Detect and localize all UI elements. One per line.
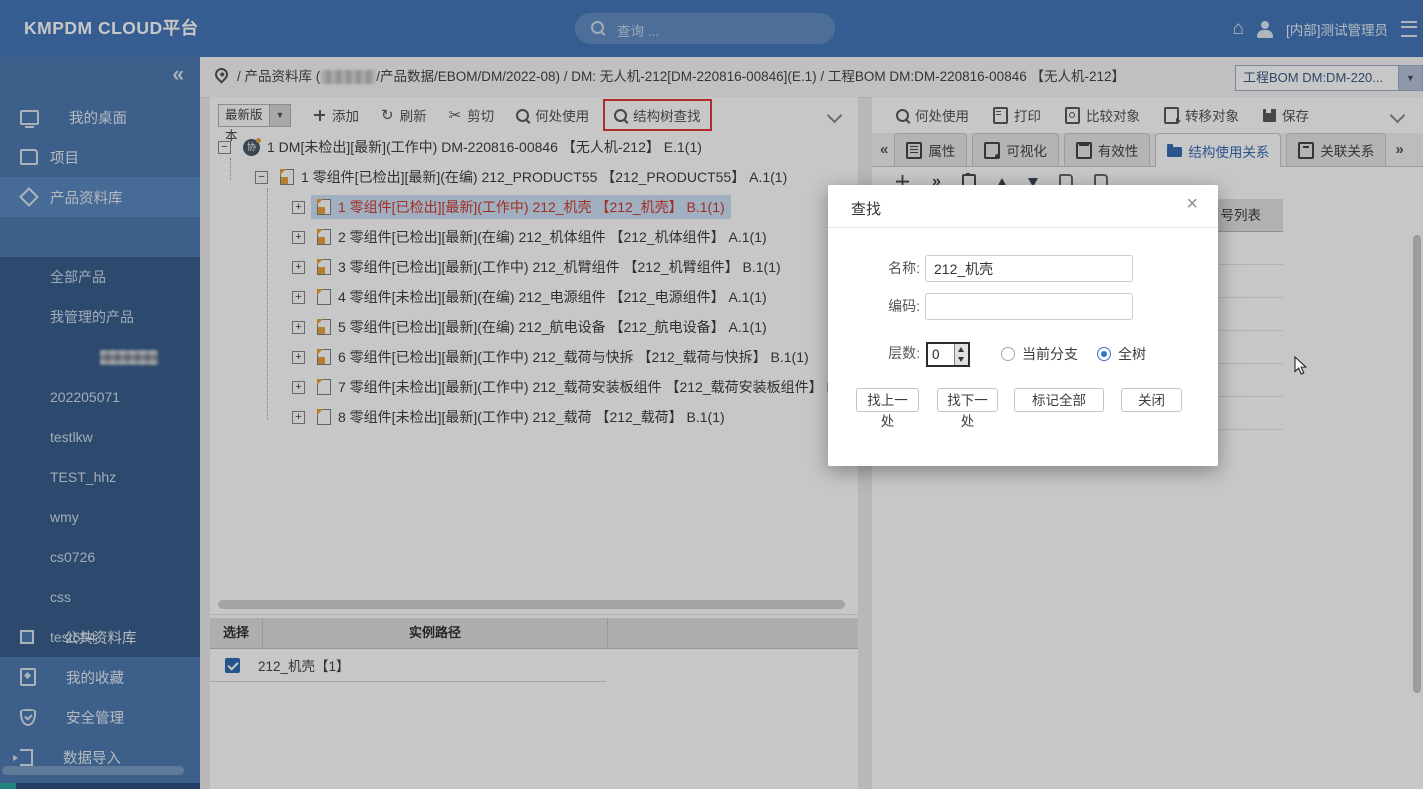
stepper-down-icon[interactable] [958,357,964,362]
dialog-button[interactable]: 找上一处 [856,388,919,412]
stepper-up-icon[interactable] [958,347,964,352]
code-field[interactable] [925,293,1133,320]
name-field-label: 名称: [842,255,920,282]
radio-option[interactable]: 当前分支 [1001,344,1078,364]
level-field-label: 层数: [842,340,920,367]
mouse-cursor [1294,356,1308,376]
scope-radio-group: 当前分支 全树 [1001,344,1146,364]
level-stepper[interactable]: 0 [926,342,970,367]
dialog-buttons: 找上一处找下一处标记全部关闭 [828,388,1218,448]
find-dialog: 查找 × 名称: 编码: 层数: 0 当前分支 全树 [828,185,1218,466]
name-field[interactable] [925,255,1133,282]
app-window: KMPDM CLOUD平台 查询 ... ⌂ [内部]测试管理员 « 我的桌面 … [0,0,1423,789]
dialog-button[interactable]: 关闭 [1121,388,1182,412]
dialog-button[interactable]: 找下一处 [937,388,998,412]
radio-icon[interactable] [1097,347,1111,361]
dialog-title: 查找 [851,198,881,219]
radio-label: 全树 [1118,344,1146,364]
dialog-divider [828,227,1218,228]
dialog-button[interactable]: 标记全部 [1014,388,1104,412]
radio-label: 当前分支 [1022,344,1078,364]
stepper-arrows[interactable] [954,344,968,365]
close-icon[interactable]: × [1186,193,1198,216]
radio-icon[interactable] [1001,347,1015,361]
code-field-label: 编码: [842,293,920,320]
level-value: 0 [932,344,940,365]
radio-option[interactable]: 全树 [1097,344,1146,364]
